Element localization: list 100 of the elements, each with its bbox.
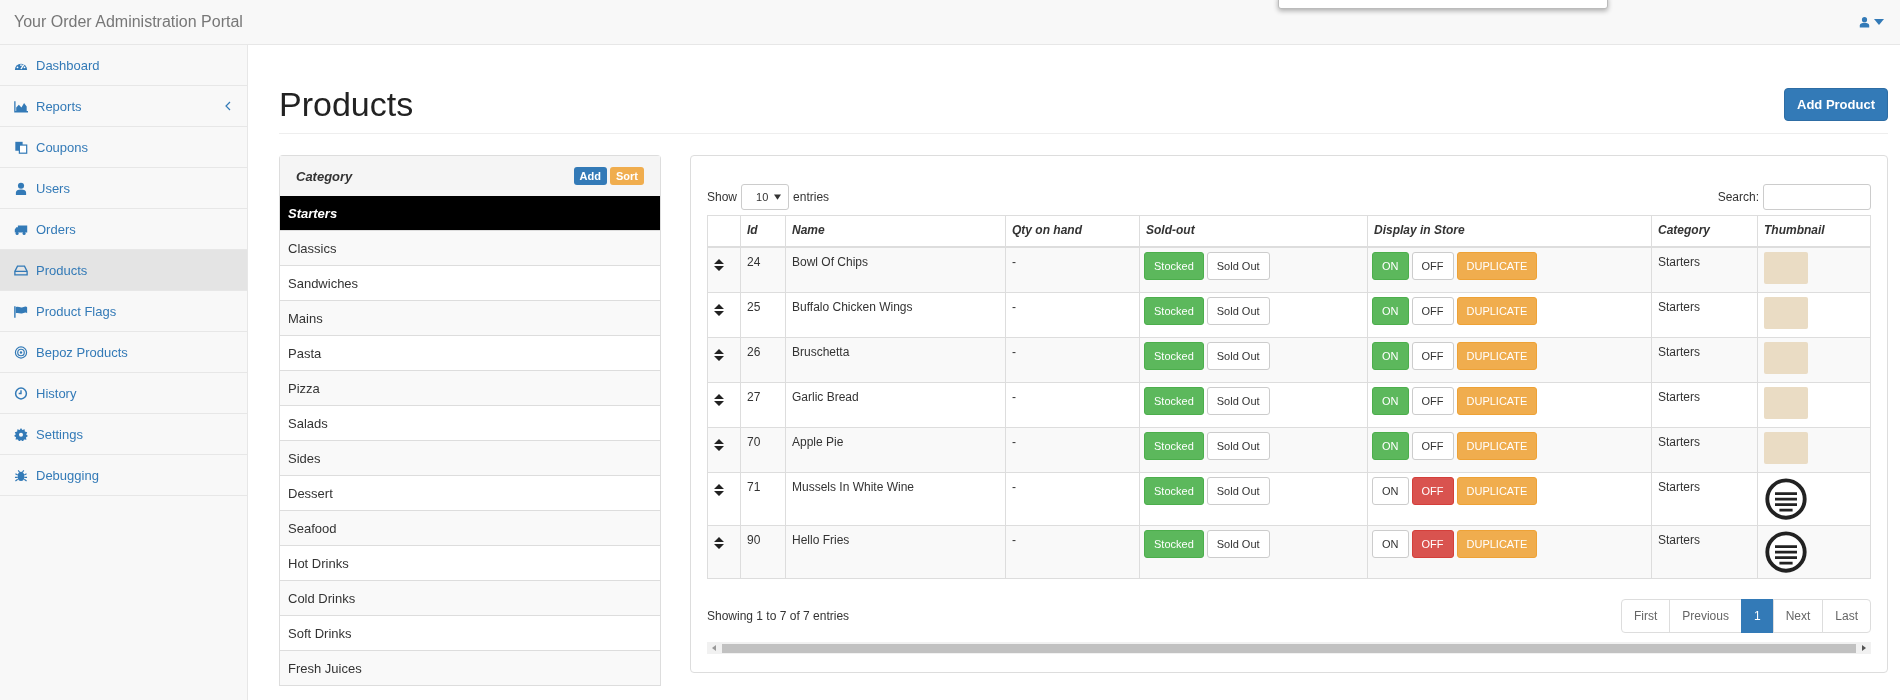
off-button[interactable]: OFF (1411, 432, 1454, 460)
category-item[interactable]: Starters (280, 196, 660, 231)
photo-placeholder (1764, 387, 1808, 419)
photo-placeholder (1764, 252, 1808, 284)
sidebar-item[interactable]: Product Flags (0, 291, 247, 332)
table-cell: - (1005, 247, 1140, 293)
table-cell: Hello Fries (785, 525, 1006, 579)
category-item[interactable]: Cold Drinks (280, 581, 660, 616)
category-item[interactable]: Pizza (280, 371, 660, 406)
sort-handle-icon[interactable] (714, 439, 724, 451)
photo-placeholder (1764, 342, 1808, 374)
off-button[interactable]: OFF (1411, 297, 1454, 325)
category-item[interactable]: Seafood (280, 511, 660, 546)
photo-placeholder (1764, 297, 1808, 329)
table-cell: 26 (740, 337, 786, 383)
pagination-button[interactable]: First (1620, 599, 1671, 633)
sidebar-item[interactable]: Bepoz Products (0, 332, 247, 373)
table-cell: 90 (740, 525, 786, 579)
table-cell: Bowl Of Chips (785, 247, 1006, 293)
table-cell: - (1005, 337, 1140, 383)
table-cell: 27 (740, 382, 786, 428)
add-product-button[interactable]: Add Product (1784, 87, 1888, 121)
table-cell: 25 (740, 292, 786, 338)
entries-label: entries (793, 190, 830, 204)
sidebar-item[interactable]: Coupons (0, 127, 247, 168)
category-item[interactable]: Mains (280, 301, 660, 336)
chevron-left-icon (225, 101, 231, 111)
category-item[interactable]: Classics (280, 231, 660, 266)
circular-logo-icon (1764, 477, 1808, 521)
off-button[interactable]: OFF (1411, 342, 1454, 370)
entries-info: Showing 1 to 7 of 7 entries (707, 609, 850, 623)
user-icon (14, 181, 28, 195)
horizontal-scrollbar[interactable] (707, 642, 1871, 654)
sort-handle-icon[interactable] (714, 349, 724, 361)
sold-out-button[interactable]: Sold Out (1206, 342, 1270, 370)
table-cell: - (1005, 427, 1140, 473)
sidebar-item[interactable]: Products (0, 250, 247, 291)
table-cell: Starters (1651, 382, 1758, 428)
sort-handle-icon[interactable] (714, 537, 724, 549)
sidebar-item[interactable]: Reports (0, 86, 247, 127)
sort-handle-icon[interactable] (714, 304, 724, 316)
sold-out-button[interactable]: Sold Out (1206, 387, 1270, 415)
scroll-right-icon[interactable] (1862, 645, 1866, 651)
sidebar-item[interactable]: Dashboard (0, 45, 247, 86)
add-category-button[interactable]: Add (573, 167, 607, 185)
off-button[interactable]: OFF (1411, 530, 1454, 558)
table-cell: 70 (740, 427, 786, 473)
sold-out-button[interactable]: Sold Out (1206, 530, 1270, 558)
sidebar-item[interactable]: Settings (0, 414, 247, 455)
table-cell: 71 (740, 472, 786, 526)
sold-out-button[interactable]: Sold Out (1206, 432, 1270, 460)
table-cell: Apple Pie (785, 427, 1006, 473)
table-cell: - (1005, 382, 1140, 428)
target-icon (14, 345, 28, 359)
pagination-button[interactable]: Previous (1669, 599, 1742, 633)
page-title: Products (279, 84, 414, 125)
category-item[interactable]: Sides (280, 441, 660, 476)
on-button[interactable]: ON (1372, 477, 1409, 505)
caret-icon (774, 194, 782, 200)
off-button[interactable]: OFF (1411, 477, 1454, 505)
sold-out-button[interactable]: Sold Out (1206, 252, 1270, 280)
category-item[interactable]: Fresh Juices (280, 651, 660, 686)
table-cell: Starters (1651, 472, 1758, 526)
pagination-button[interactable]: Last (1822, 599, 1871, 633)
page-size-select[interactable]: 10 (741, 184, 790, 210)
table-cell: Mussels In White Wine (785, 472, 1006, 526)
off-button[interactable]: OFF (1411, 387, 1454, 415)
table-cell: - (1005, 292, 1140, 338)
bug-icon (14, 468, 28, 482)
photo-placeholder (1764, 432, 1808, 464)
on-button[interactable]: ON (1372, 530, 1409, 558)
flag-icon (14, 304, 28, 318)
sold-out-button[interactable]: Sold Out (1206, 477, 1270, 505)
pagination-button[interactable]: 1 (1740, 599, 1774, 633)
table-cell: 24 (740, 247, 786, 293)
table-cell: Bruschetta (785, 337, 1006, 383)
table-cell: Starters (1651, 525, 1758, 579)
sort-handle-icon[interactable] (714, 259, 724, 271)
search-field[interactable] (1763, 184, 1871, 210)
user-icon (1859, 16, 1870, 28)
table-cell: - (1005, 472, 1140, 526)
sidebar-item[interactable]: Users (0, 168, 247, 209)
sort-handle-icon[interactable] (714, 484, 724, 496)
circular-logo-icon (1764, 530, 1808, 574)
table-cell: Starters (1651, 247, 1758, 293)
table-cell: Starters (1651, 292, 1758, 338)
sidebar-item[interactable]: Debugging (0, 455, 247, 496)
pagination-button[interactable]: Next (1772, 599, 1824, 633)
portal-title[interactable]: Your Order Administration Portal (14, 13, 243, 31)
off-button[interactable]: OFF (1411, 252, 1454, 280)
caret-icon (1874, 19, 1884, 25)
sort-handle-icon[interactable] (714, 394, 724, 406)
gear-icon (14, 427, 28, 441)
table-cell: - (1005, 525, 1140, 579)
show-label: Show (707, 190, 738, 204)
documents-icon (14, 140, 28, 154)
sold-out-button[interactable]: Sold Out (1206, 297, 1270, 325)
category-title: Category (296, 168, 353, 184)
sidebar-item[interactable]: History (0, 373, 247, 414)
search-label: Search: (1717, 190, 1759, 204)
